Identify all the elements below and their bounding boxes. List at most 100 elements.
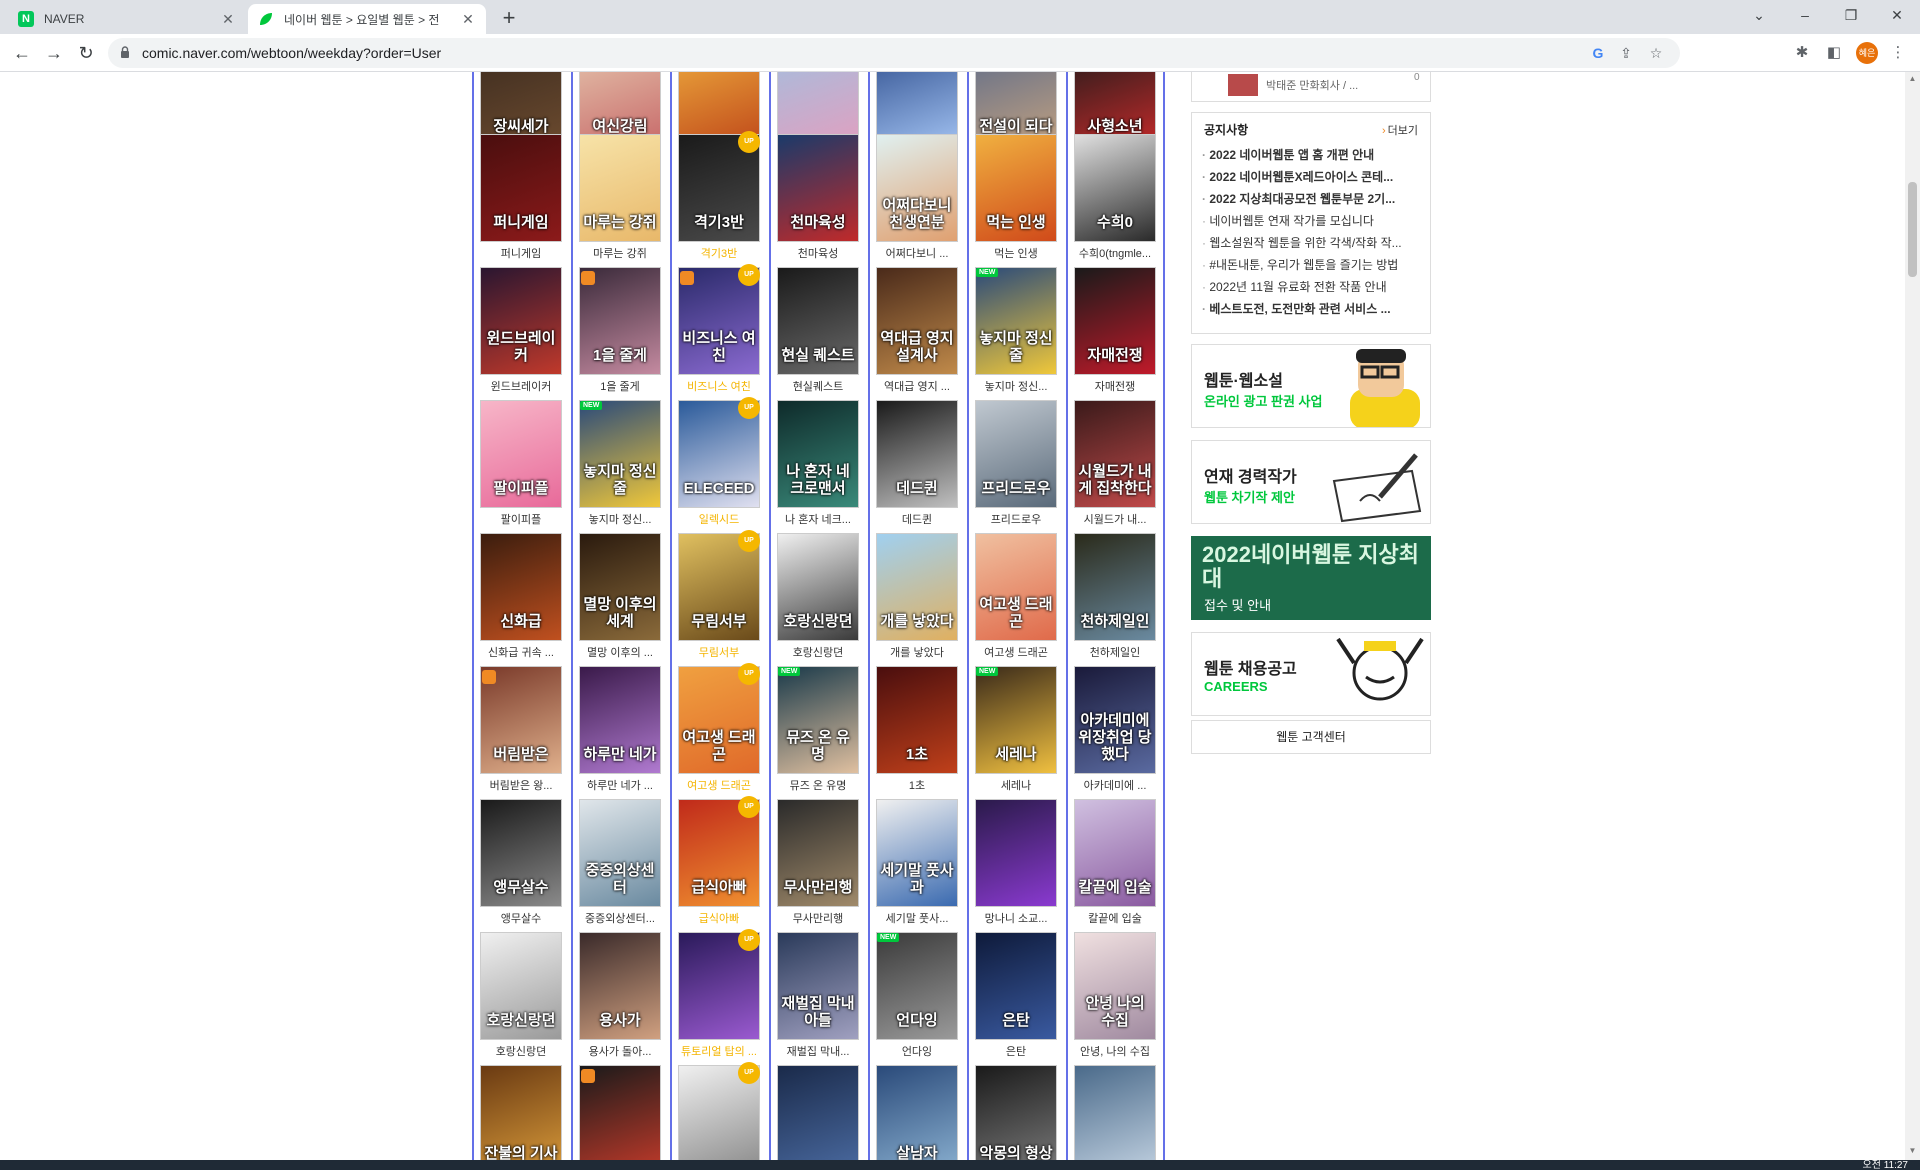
webtoon-thumbnail[interactable]: 여고생 드래곤 [975,533,1057,641]
webtoon-title[interactable]: 나 혼자 네크... [773,511,863,527]
webtoon-item[interactable]: 급식아빠 UP 급식아빠 [670,796,764,932]
webtoon-thumbnail[interactable]: 프리드로우 [975,400,1057,508]
webtoon-thumbnail[interactable]: 뮤즈 온 유명 [777,666,859,774]
webtoon-item[interactable]: 어쩌다보니 천생연분어쩌다보니 ... [868,134,960,267]
webtoon-thumbnail[interactable]: 1초 [876,666,958,774]
webtoon-thumbnail[interactable]: 잔불의 기사 [480,1065,562,1160]
contest-banner[interactable]: 2022네이버웹툰 지상최대 접수 및 안내 [1191,536,1431,620]
webtoon-title[interactable]: 칼끝에 입술 [1070,910,1160,926]
webtoon-thumbnail[interactable]: 언다잉 [876,932,958,1040]
webtoon-item[interactable]: 팔이피플 팔이피플 [472,400,564,533]
notice-item[interactable]: 2022 네이버웹툰 앱 홈 개편 안내 [1202,146,1424,168]
webtoon-thumbnail[interactable] [975,799,1057,907]
webtoon-thumbnail[interactable]: 퍼니게임 [480,134,562,242]
notice-more-link[interactable]: 더보기 [1382,122,1418,138]
webtoon-title[interactable]: 호랑신랑뎐 [773,644,863,660]
ad-copyright-banner[interactable]: 웹툰·웹소설 온라인 광고 판권 사업 [1191,344,1431,428]
webtoon-item[interactable]: UP 튜토리얼 탑의 ... [670,929,762,1065]
webtoon-item[interactable]: 아카데미에 위장취업 당했다 아카데미에 ... [1066,666,1158,799]
extensions-puzzle-icon[interactable]: ✱ [1792,43,1812,63]
webtoon-thumbnail[interactable]: 호랑신랑뎐 [777,533,859,641]
webtoon-thumbnail[interactable]: 나 혼자 네크로맨서 [777,400,859,508]
webtoon-item[interactable]: 여고생 드래곤 UP 여고생 드래곤 [670,663,764,799]
webtoon-item[interactable]: 악몽의 형상 [967,1065,1059,1160]
webtoon-title[interactable]: 세레나 [971,777,1061,793]
webtoon-thumbnail[interactable]: 데드퀸 [876,400,958,508]
webtoon-title[interactable]: 팔이피플 [476,511,566,527]
webtoon-thumbnail[interactable]: 어쩌다보니 천생연분 [876,134,958,242]
webtoon-item[interactable] [571,1065,663,1160]
webtoon-item[interactable]: 놓지마 정신줄 NEW 놓지마 정신... [571,400,663,533]
close-tab-icon[interactable]: ✕ [220,11,236,28]
restore-button[interactable]: ❐ [1828,0,1874,30]
webtoon-thumbnail[interactable]: 앵무살수 [480,799,562,907]
webtoon-thumbnail[interactable]: 아카데미에 위장취업 당했다 [1074,666,1156,774]
webtoon-thumbnail[interactable]: 역대급 영지 설계사 [876,267,958,375]
webtoon-title[interactable]: 놓지마 정신... [971,378,1061,394]
webtoon-item[interactable]: 칼끝에 입술 칼끝에 입술 [1066,799,1158,932]
minimize-button[interactable]: – [1782,0,1828,30]
webtoon-item[interactable]: 신화급신화급 귀속 ... [472,533,564,666]
webtoon-item[interactable]: 언다잉 NEW 언다잉 [868,932,960,1065]
webtoon-item[interactable]: 중증외상센터 중증외상센터... [571,799,663,932]
webtoon-thumbnail[interactable]: 악몽의 형상 [975,1065,1057,1160]
webtoon-thumbnail[interactable]: 세기말 풋사과 [876,799,958,907]
webtoon-title[interactable]: 놓지마 정신... [575,511,665,527]
webtoon-item[interactable]: 나 혼자 네크로맨서나 혼자 네크... [769,400,861,533]
reload-icon[interactable]: ↻ [72,39,100,67]
webtoon-item[interactable]: 프리드로우 프리드로우 [967,400,1059,533]
notice-item[interactable]: 웹소설원작 웹툰을 위한 각색/작화 작... [1202,234,1424,256]
webtoon-title[interactable]: 비즈니스 여친 [674,378,764,394]
webtoon-thumbnail[interactable]: 하루만 네가 [579,666,661,774]
webtoon-item[interactable]: 윈드브레이커 윈드브레이커 [472,267,564,400]
webtoon-item[interactable]: 여고생 드래곤 여고생 드래곤 [967,533,1059,666]
webtoon-title[interactable]: 은탄 [971,1043,1061,1059]
webtoon-item[interactable]: 먹는 인생 먹는 인생 [967,134,1059,267]
close-tab-icon[interactable]: ✕ [460,11,476,28]
webtoon-item[interactable]: 천하제일인 천하제일인 [1066,533,1158,666]
webtoon-item[interactable]: 호랑신랑뎐 호랑신랑뎐 [769,533,861,666]
webtoon-thumbnail[interactable] [777,1065,859,1160]
webtoon-title[interactable]: 언다잉 [872,1043,962,1059]
webtoon-item[interactable]: 역대급 영지 설계사 역대급 영지 ... [868,267,960,400]
webtoon-thumbnail[interactable]: 신화급 [480,533,562,641]
notice-item[interactable]: 2022 네이버웹툰X레드아이스 콘테... [1202,168,1424,190]
webtoon-title[interactable]: 뮤즈 온 유명 [773,777,863,793]
webtoon-thumbnail[interactable]: 먹는 인생 [975,134,1057,242]
webtoon-title[interactable]: 신화급 귀속 ... [476,644,566,660]
tab-naver[interactable]: N NAVER ✕ [8,4,246,34]
page-scrollbar[interactable]: ▲ ▼ [1905,72,1920,1160]
webtoon-item[interactable]: 놓지마 정신줄 NEW 놓지마 정신... [967,267,1059,400]
profile-avatar[interactable]: 혜은 [1856,42,1878,64]
webtoon-thumbnail[interactable]: 현실 퀘스트 [777,267,859,375]
webtoon-title[interactable]: 어쩌다보니 ... [872,245,962,261]
webtoon-thumbnail[interactable] [1074,1065,1156,1160]
webtoon-title[interactable]: 앵무살수 [476,910,566,926]
webtoon-thumbnail[interactable]: 윈드브레이커 [480,267,562,375]
webtoon-title[interactable]: 하루만 네가 ... [575,777,665,793]
webtoon-title[interactable]: 개를 낳았다 [872,644,962,660]
webtoon-title[interactable]: 재벌집 막내... [773,1043,863,1059]
webtoon-item[interactable]: 격기3반 UP 격기3반 [670,131,762,267]
webtoon-title[interactable]: 천마육성 [773,245,863,261]
notice-item[interactable]: 네이버웹툰 연재 작가를 모십니다 [1202,212,1424,234]
google-icon[interactable]: G [1590,45,1606,61]
webtoon-title[interactable]: 용사가 돌아... [575,1043,665,1059]
webtoon-title[interactable]: 세기말 풋사... [872,910,962,926]
webtoon-title[interactable]: 무림서부 [674,644,764,660]
webtoon-item[interactable]: 세기말 풋사과세기말 풋사... [868,799,960,932]
webtoon-item[interactable]: 호랑신랑뎐 호랑신랑뎐 [472,932,564,1065]
webtoon-title[interactable]: 여고생 드래곤 [674,777,764,793]
webtoon-title[interactable]: 여고생 드래곤 [971,644,1061,660]
webtoon-title[interactable]: 자매전쟁 [1070,378,1160,394]
webtoon-thumbnail[interactable]: 칼끝에 입술 [1074,799,1156,907]
webtoon-item[interactable]: 천마육성 천마육성 [769,134,861,267]
notice-item[interactable]: #내돈내툰, 우리가 웹툰을 즐기는 방법 [1202,256,1424,278]
webtoon-title[interactable]: 망나니 소교... [971,910,1061,926]
webtoon-item[interactable]: 망나니 소교... [967,799,1059,932]
webtoon-title[interactable]: 급식아빠 [674,910,764,926]
webtoon-title[interactable]: 1을 줄게 [575,378,665,394]
webtoon-item[interactable]: 잔불의 기사 [472,1065,564,1160]
webtoon-item[interactable]: 수희0 수희0(tngmle... [1066,134,1158,267]
webtoon-item[interactable]: 현실 퀘스트 현실퀘스트 [769,267,861,400]
